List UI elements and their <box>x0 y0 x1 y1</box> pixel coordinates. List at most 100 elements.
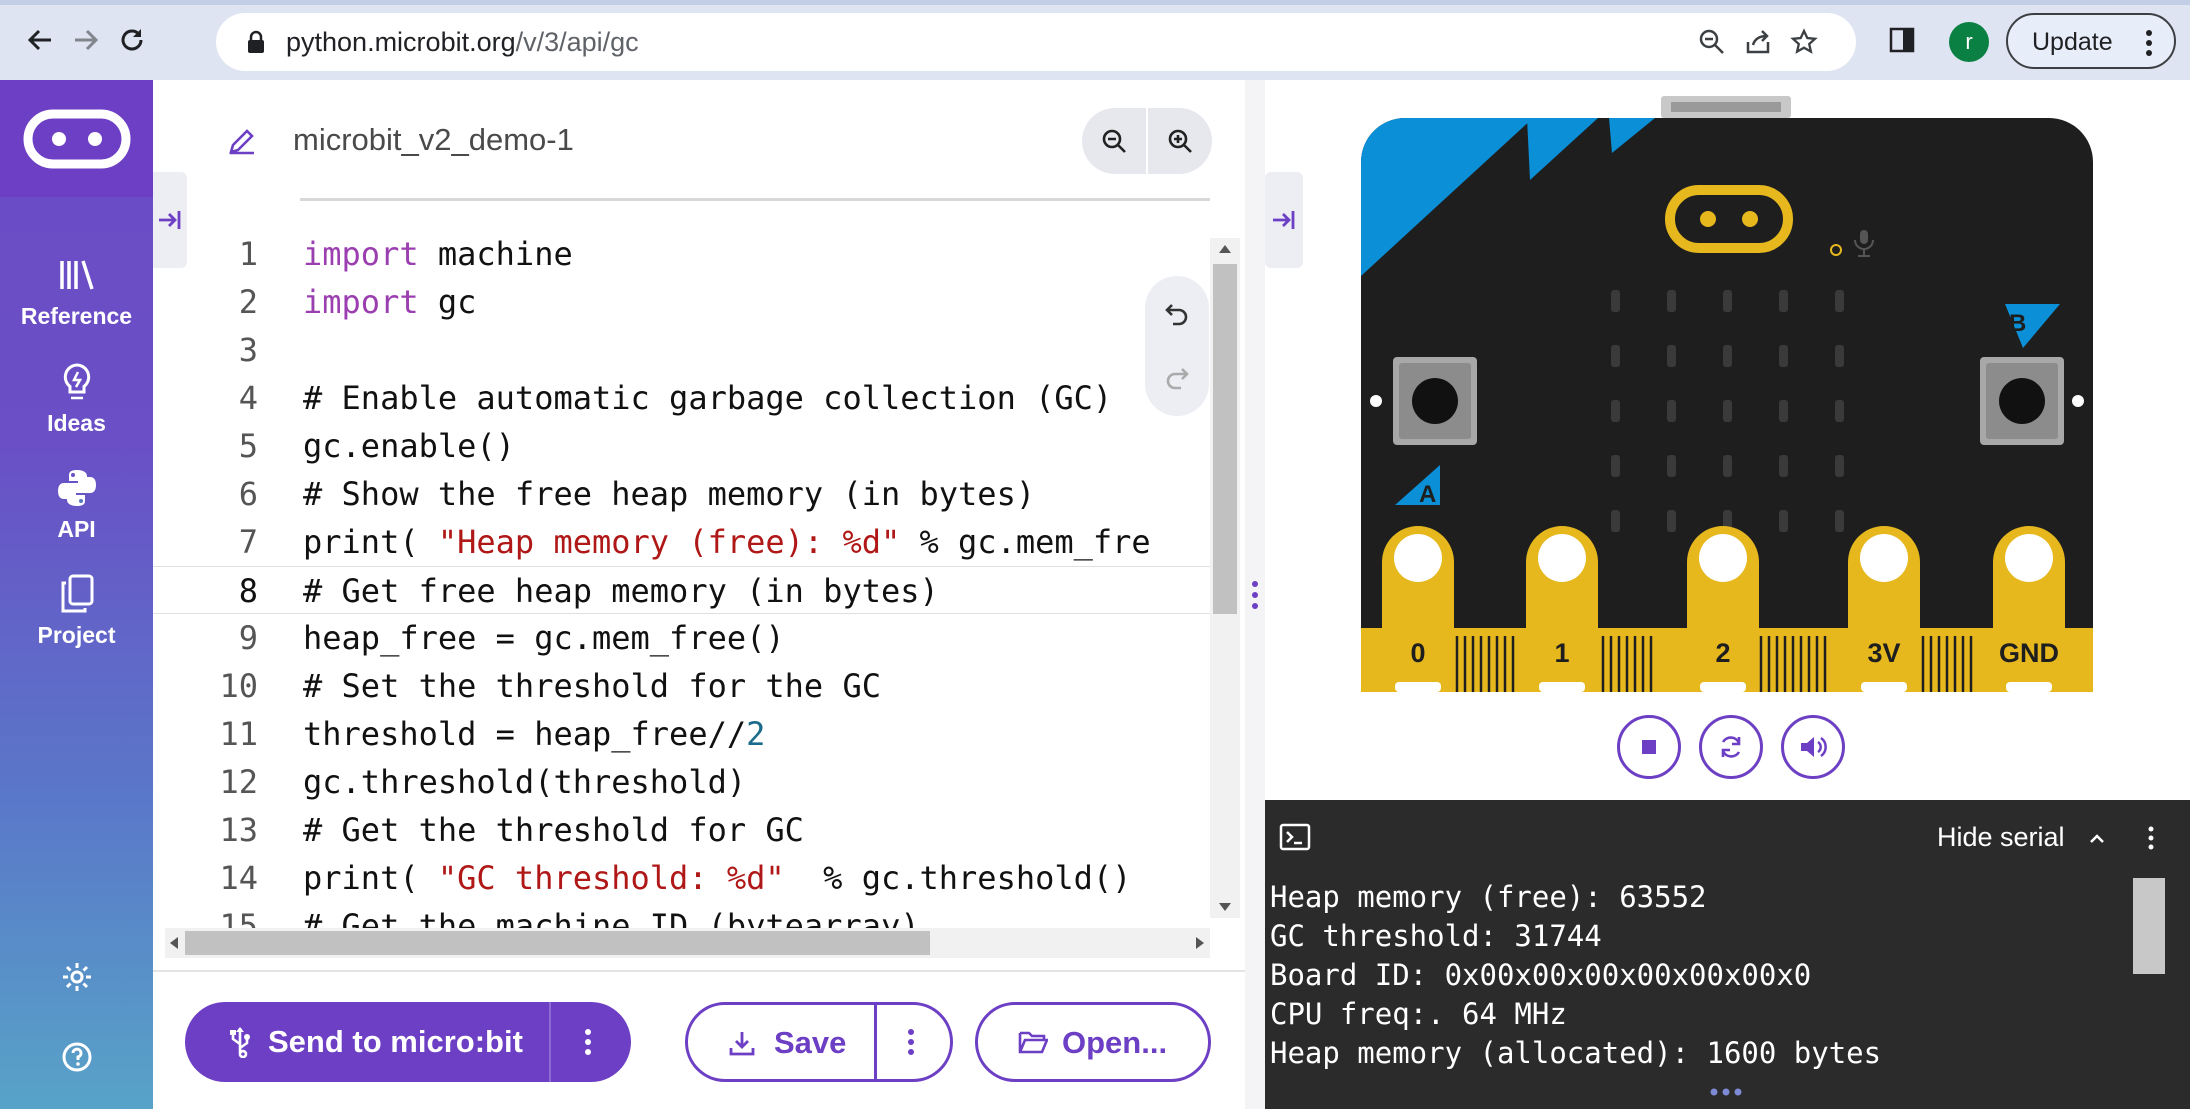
url-text: python.microbit.org/v/3/api/gc <box>286 27 639 58</box>
stop-icon <box>1642 740 1656 754</box>
side-panel-button[interactable] <box>1880 18 1924 62</box>
redo-button[interactable] <box>1155 356 1199 400</box>
button-a-hole <box>1370 395 1382 407</box>
line-number: 5 <box>238 427 258 465</box>
zoom-controls <box>1082 108 1212 174</box>
code-line: 4 # Enable automatic garbage collection (… <box>153 374 1213 422</box>
profile-initial: r <box>1965 29 1973 54</box>
sidebar-item-project[interactable]: Project <box>0 572 153 649</box>
save-label: Save <box>774 1025 847 1060</box>
zoom-out-page-button[interactable] <box>1694 24 1730 60</box>
profile-avatar[interactable]: r <box>1949 22 1989 62</box>
side-panel-icon <box>1889 27 1915 53</box>
line-number: 9 <box>238 619 258 657</box>
mute-button[interactable] <box>1781 715 1845 779</box>
forward-button[interactable] <box>64 18 108 62</box>
button-a <box>1393 357 1477 445</box>
kebab-menu-icon[interactable] <box>2147 826 2155 850</box>
code-line: 10 # Set the threshold for the GC <box>153 662 1213 710</box>
code-text: import machine <box>303 235 573 273</box>
lightbulb-icon <box>55 360 99 404</box>
serial-line: Board ID: 0x00x00x00x00x00x00x0 <box>1270 958 1812 992</box>
hide-serial-button[interactable]: Hide serial <box>1937 822 2106 853</box>
editor-panel: microbit_v2_demo-1 1 import machine 2 impo… <box>153 80 1245 1109</box>
line-number: 6 <box>238 475 258 513</box>
save-button[interactable]: Save <box>685 1002 953 1082</box>
code-line: 9 heap_free = gc.mem_free() <box>153 614 1213 662</box>
code-line-active: 8 # Get free heap memory (in bytes) <box>153 566 1213 614</box>
settings-button[interactable] <box>0 955 153 1005</box>
undo-redo-controls <box>1145 276 1209 416</box>
sidebar-item-api[interactable]: API <box>0 466 153 543</box>
zoom-in-button[interactable] <box>1158 119 1202 163</box>
serial-line: GC threshold: 31744 <box>1270 919 1602 953</box>
share-button[interactable] <box>1740 24 1776 60</box>
edit-pencil-icon[interactable] <box>227 126 257 156</box>
send-to-microbit-button[interactable]: Send to micro:bit <box>185 1002 631 1082</box>
scroll-left-icon <box>170 937 178 949</box>
code-line: 11 threshold = heap_free//2 <box>153 710 1213 758</box>
open-button[interactable]: Open... <box>975 1002 1211 1082</box>
zoom-out-button[interactable] <box>1092 119 1136 163</box>
serial-output[interactable]: Heap memory (free): 63552 GC threshold: 3… <box>1270 878 1881 1073</box>
button-b-label: B <box>2009 310 2026 337</box>
pin-label: 0 <box>1410 638 1425 668</box>
code-line: 6 # Show the free heap memory (in bytes) <box>153 470 1213 518</box>
kebab-menu-icon[interactable] <box>583 1028 593 1056</box>
pin-label: 3V <box>1867 638 1900 668</box>
download-icon <box>729 1032 755 1056</box>
update-button[interactable]: Update <box>2006 13 2176 69</box>
sidebar-item-ideas[interactable]: Ideas <box>0 360 153 437</box>
line-number: 7 <box>238 523 258 561</box>
code-text: print( "GC threshold: %d" % gc.threshold… <box>303 859 1132 897</box>
bookmark-button[interactable] <box>1786 24 1822 60</box>
serial-scrollbar-thumb[interactable] <box>2133 878 2165 974</box>
kebab-menu-icon[interactable] <box>906 1028 916 1056</box>
reload-button[interactable] <box>110 18 154 62</box>
code-line: 13 # Get the threshold for GC <box>153 806 1213 854</box>
button-divider <box>549 1002 551 1082</box>
code-editor[interactable]: 1 import machine 2 import gc 3 4 # Enable a… <box>153 230 1213 930</box>
line-number: 15 <box>219 907 258 930</box>
code-line: 1 import machine <box>153 230 1213 278</box>
sidebar-item-label: Reference <box>20 303 133 329</box>
scrollbar-thumb[interactable] <box>1213 264 1237 614</box>
project-name[interactable]: microbit_v2_demo-1 <box>293 122 574 158</box>
scroll-down-icon <box>1219 903 1231 911</box>
serial-line: Heap memory (allocated): 1600 bytes <box>1270 1036 1882 1070</box>
panel-resize-handle[interactable] <box>1245 80 1265 1109</box>
sidebar: Reference Ideas API Project <box>0 80 153 1109</box>
reset-button[interactable] <box>1699 715 1763 779</box>
code-text: # Enable automatic garbage collection (G… <box>303 379 1113 417</box>
arrow-left-icon <box>27 29 51 51</box>
open-label: Open... <box>1062 1025 1168 1060</box>
microphone-icon <box>1860 230 1868 244</box>
terminal-icon <box>1279 823 1311 851</box>
sidebar-item-reference[interactable]: Reference <box>0 253 153 330</box>
undo-button[interactable] <box>1155 292 1199 336</box>
url-host: python.microbit.org <box>286 27 516 57</box>
reload-icon <box>121 29 143 51</box>
zoom-out-icon <box>1102 129 1126 153</box>
arrow-right-icon <box>75 29 99 51</box>
chevron-up-icon <box>2090 834 2104 843</box>
code-text: # Get the machine ID (bytearray) <box>303 907 920 930</box>
refresh-icon <box>1721 736 1741 758</box>
address-bar[interactable]: python.microbit.org/v/3/api/gc <box>216 13 1856 71</box>
microbit-logo[interactable] <box>0 80 153 197</box>
vertical-scrollbar[interactable] <box>1210 238 1240 918</box>
line-number: 14 <box>219 859 258 897</box>
help-circle-icon <box>55 1035 99 1079</box>
zoom-in-icon <box>1168 129 1192 153</box>
horizontal-scrollbar[interactable] <box>165 928 1210 958</box>
back-button[interactable] <box>18 18 62 62</box>
line-number: 1 <box>238 235 258 273</box>
scrollbar-thumb[interactable] <box>185 931 930 955</box>
update-label: Update <box>2032 28 2113 56</box>
help-button[interactable] <box>0 1035 153 1085</box>
code-text: heap_free = gc.mem_free() <box>303 619 785 657</box>
files-icon <box>55 572 99 616</box>
serial-resize-handle-icon[interactable] <box>1709 1087 1743 1097</box>
speaker-icon <box>1801 736 1827 758</box>
stop-button[interactable] <box>1617 715 1681 779</box>
